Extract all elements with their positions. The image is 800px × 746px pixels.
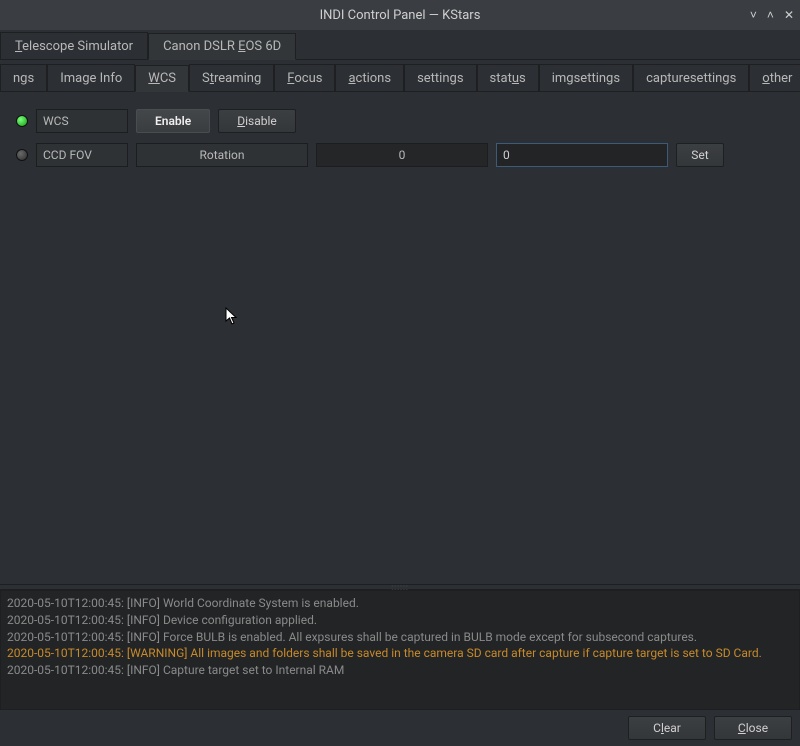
device-tabs: Telescope Simulator Canon DSLR EOS 6D (0, 30, 800, 60)
property-label-ccd-fov: CCD FOV (36, 143, 128, 167)
enable-button[interactable]: Enable (136, 109, 210, 133)
status-led-icon (16, 149, 28, 161)
panel-body: WCS Enable Disable CCD FOV Rotation 0 Se… (0, 92, 800, 584)
log-line: 2020-05-10T12:00:45: [INFO] Capture targ… (7, 662, 793, 679)
bottom-bar: Clear Close (0, 710, 800, 746)
disable-button[interactable]: Disable (218, 109, 296, 133)
property-tabs: ngs Image Info WCS Streaming Focus actio… (0, 64, 800, 92)
tab-other[interactable]: other (749, 64, 800, 91)
tab-label: Telescope Simulator (15, 39, 133, 54)
tab-telescope-simulator[interactable]: Telescope Simulator (0, 32, 148, 59)
wcs-switch-row: WCS Enable Disable (16, 108, 784, 134)
window-close-icon[interactable]: ✕ (784, 8, 794, 22)
tab-focus[interactable]: Focus (274, 64, 335, 91)
window-maximize-icon[interactable]: ˄ (767, 8, 774, 22)
property-label-wcs: WCS (36, 109, 128, 133)
field-value-rotation: 0 (316, 143, 488, 167)
log-panel[interactable]: 2020-05-10T12:00:45: [INFO] World Coordi… (0, 590, 800, 710)
tab-label: Canon DSLR EOS 6D (163, 39, 281, 54)
field-label-rotation: Rotation (136, 143, 308, 167)
window-titlebar: INDI Control Panel — KStars ˅ ˄ ✕ (0, 0, 800, 30)
log-line: 2020-05-10T12:00:45: [INFO] Device confi… (7, 612, 793, 629)
window-title: INDI Control Panel — KStars (320, 8, 481, 23)
tab-truncated-settings[interactable]: ngs (0, 64, 47, 91)
set-button[interactable]: Set (676, 143, 724, 167)
tab-actions[interactable]: actions (335, 64, 404, 91)
log-line: 2020-05-10T12:00:45: [WARNING] All image… (7, 645, 793, 662)
status-led-icon (16, 115, 28, 127)
window-controls: ˅ ˄ ✕ (750, 8, 794, 22)
close-button[interactable]: Close (714, 716, 792, 740)
window-minimize-icon[interactable]: ˅ (750, 8, 757, 22)
tab-imgsettings[interactable]: imgsettings (539, 64, 633, 91)
tab-status[interactable]: status (477, 64, 539, 91)
log-line: 2020-05-10T12:00:45: [INFO] Force BULB i… (7, 629, 793, 646)
tab-settings[interactable]: settings (404, 64, 476, 91)
clear-button[interactable]: Clear (628, 716, 706, 740)
rotation-input[interactable] (496, 143, 668, 167)
log-line: 2020-05-10T12:00:45: [INFO] World Coordi… (7, 595, 793, 612)
tab-canon-dslr[interactable]: Canon DSLR EOS 6D (148, 33, 296, 60)
tab-image-info[interactable]: Image Info (47, 64, 135, 91)
tab-wcs[interactable]: WCS (135, 65, 189, 92)
tab-streaming[interactable]: Streaming (189, 64, 274, 91)
tab-capturesettings[interactable]: capturesettings (633, 64, 749, 91)
ccd-fov-row: CCD FOV Rotation 0 Set (16, 142, 784, 168)
